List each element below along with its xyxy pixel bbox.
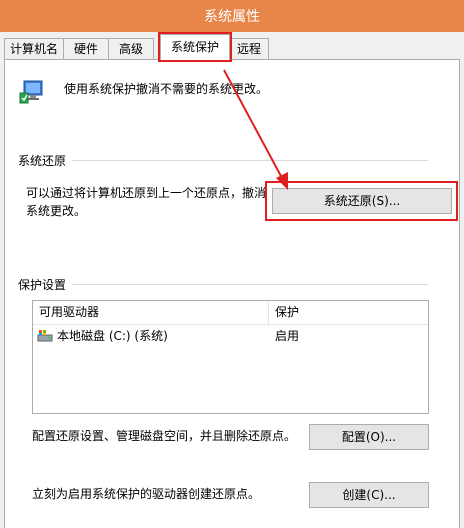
- system-protection-icon: [19, 80, 43, 104]
- tab-system-protection[interactable]: 系统保护: [160, 34, 230, 61]
- tab-advanced[interactable]: 高级: [108, 38, 154, 60]
- drive-protection-status: 启用: [275, 329, 300, 343]
- tab-strip: 计算机名 硬件 高级 系统保护 远程: [0, 32, 464, 61]
- drive-icon: [37, 330, 53, 342]
- protection-section-divider: [18, 284, 428, 285]
- column-header-protection[interactable]: 保护: [275, 301, 299, 325]
- restore-section-divider: [18, 160, 428, 161]
- restore-description-line1: 可以通过将计算机还原到上一个还原点，撤消: [26, 186, 267, 200]
- create-button[interactable]: 创建(C)...: [309, 482, 429, 508]
- drive-name: 本地磁盘 (C:) (系统): [57, 329, 168, 343]
- tab-computer-name[interactable]: 计算机名: [4, 38, 64, 60]
- restore-description-line2: 系统更改。: [26, 204, 87, 218]
- intro-text: 使用系统保护撤消不需要的系统更改。: [64, 82, 269, 96]
- drive-list[interactable]: 可用驱动器 保护 本地磁盘 (C:) (系统) 启用: [32, 300, 429, 414]
- system-restore-button[interactable]: 系统还原(S)...: [272, 188, 452, 214]
- drive-list-header: 可用驱动器 保护: [33, 301, 428, 325]
- configure-description: 配置还原设置、管理磁盘空间，并且删除还原点。: [32, 429, 297, 443]
- window-title: 系统属性: [204, 9, 260, 25]
- tab-hardware[interactable]: 硬件: [63, 38, 109, 60]
- create-description: 立刻为启用系统保护的驱动器创建还原点。: [32, 487, 261, 501]
- protection-section-label: 保护设置: [18, 276, 73, 293]
- column-header-drives[interactable]: 可用驱动器: [39, 301, 99, 325]
- configure-button[interactable]: 配置(O)...: [309, 424, 429, 450]
- column-divider[interactable]: [268, 301, 269, 325]
- drive-row[interactable]: 本地磁盘 (C:) (系统) 启用: [33, 325, 428, 347]
- title-bar: 系统属性: [0, 0, 464, 32]
- tab-remote[interactable]: 远程: [229, 38, 269, 60]
- tab-panel: [4, 59, 460, 528]
- restore-section-label: 系统还原: [18, 152, 73, 169]
